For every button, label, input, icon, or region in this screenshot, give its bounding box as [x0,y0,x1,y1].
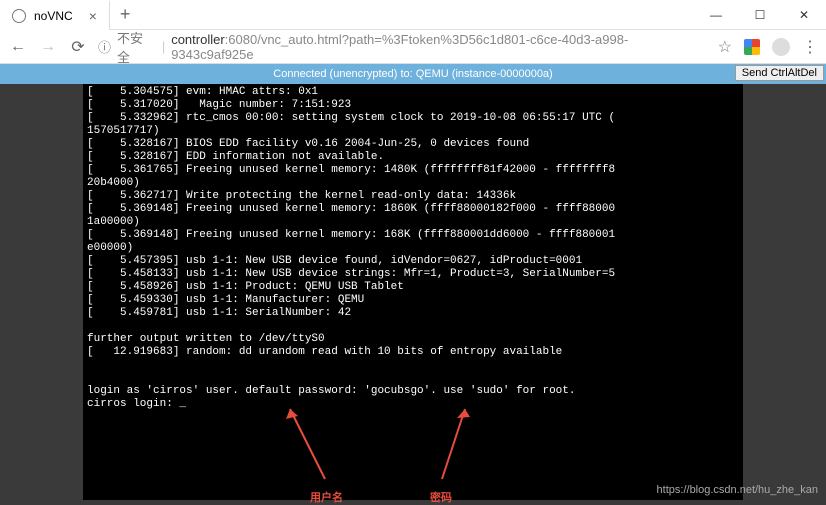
window-controls: ― ☐ ✕ [694,0,826,30]
close-tab-icon[interactable]: × [89,8,97,24]
annotation-password: 密码 [430,489,452,505]
send-ctrlaltdel-button[interactable]: Send CtrlAltDel [735,65,824,81]
url-host: controller [171,32,224,47]
google-apps-icon[interactable] [744,39,760,55]
globe-icon [12,9,26,23]
titlebar: noVNC × + ― ☐ ✕ [0,0,826,30]
forward-button[interactable]: → [38,38,58,56]
back-button[interactable]: ← [8,38,28,56]
close-window-button[interactable]: ✕ [782,0,826,30]
terminal-output[interactable]: [ 5.304575] evm: HMAC attrs: 0x1 [ 5.317… [83,84,743,500]
vnc-viewport[interactable]: [ 5.304575] evm: HMAC attrs: 0x1 [ 5.317… [0,84,826,500]
minimize-button[interactable]: ― [694,0,738,30]
vnc-status-text: Connected (unencrypted) to: QEMU (instan… [273,68,552,80]
profile-avatar[interactable] [772,38,790,56]
menu-icon[interactable]: ⋮ [802,37,818,57]
tab-title: noVNC [34,9,73,23]
vnc-status-bar: Connected (unencrypted) to: QEMU (instan… [0,64,826,84]
url-path: :6080/vnc_auto.html?path=%3Ftoken%3D56c1… [171,32,628,62]
browser-tab[interactable]: noVNC × [0,0,110,30]
address-bar: ← → ⟳ ⓘ 不安全 | controller:6080/vnc_auto.h… [0,30,826,64]
annotation-username: 用户名 [310,489,343,505]
url-input[interactable]: ⓘ 不安全 | controller:6080/vnc_auto.html?pa… [98,28,708,66]
security-label: 不安全 [117,28,156,66]
new-tab-button[interactable]: + [110,4,141,25]
bookmark-icon[interactable]: ☆ [718,37,732,57]
arrow-username-icon [280,404,340,494]
watermark: https://blog.csdn.net/hu_zhe_kan [657,484,818,496]
reload-button[interactable]: ⟳ [68,37,88,57]
arrow-password-icon [430,404,480,494]
security-icon: ⓘ [98,37,111,56]
maximize-button[interactable]: ☐ [738,0,782,30]
